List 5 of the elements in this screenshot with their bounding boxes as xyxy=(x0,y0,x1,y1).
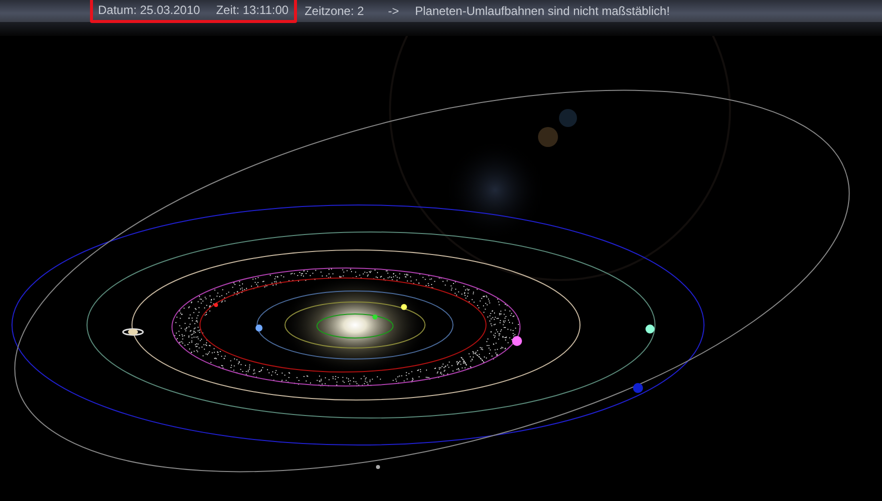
scale-note: Planeten-Umlaufbahnen sind nicht maßstäblich! xyxy=(414,3,670,20)
timezone-label: Zeitzone: 2 xyxy=(304,3,364,20)
arrow-text: -> xyxy=(388,3,399,20)
date-label: Datum: 25.03.2010 xyxy=(98,2,200,19)
time-label: Zeit: 13:11:00 xyxy=(216,2,289,19)
